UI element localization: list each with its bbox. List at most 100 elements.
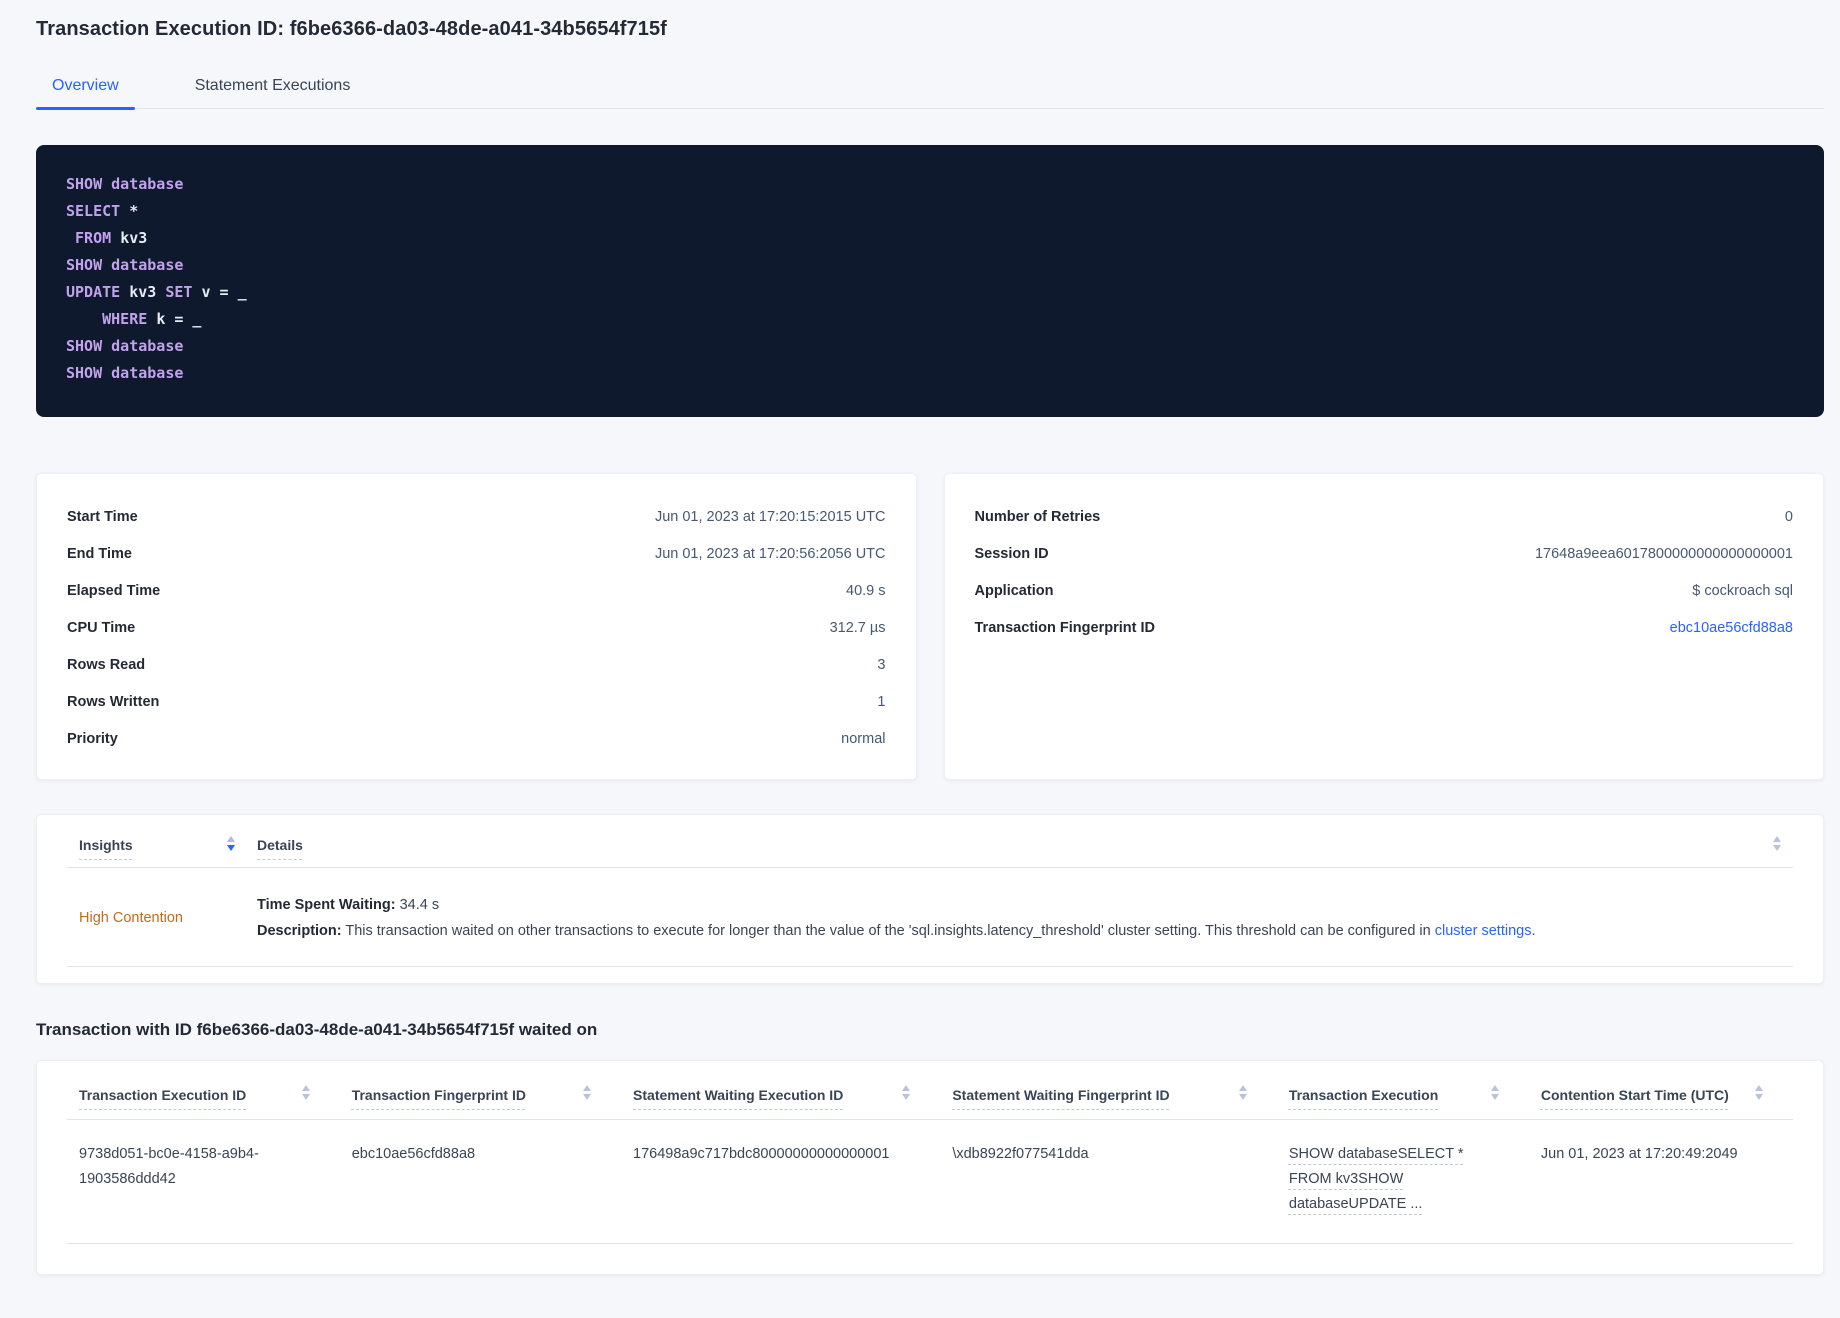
insight-type-label: High Contention (79, 910, 183, 926)
insight-description: Description: This transaction waited on … (257, 923, 1536, 939)
summary-row-end-time: End Time Jun 01, 2023 at 17:20:56:2056 U… (67, 535, 886, 572)
row-label: Application (974, 582, 1054, 599)
cell-contention-start-time: Jun 01, 2023 at 17:20:49:2049 (1540, 1146, 1738, 1162)
divider (67, 966, 1793, 967)
row-label: CPU Time (67, 619, 136, 636)
session-summary-card: Number of Retries 0 Session ID 17648a9ee… (943, 473, 1824, 780)
summary-row-rows-written: Rows Written 1 (67, 683, 886, 720)
row-value: Jun 01, 2023 at 17:20:15:2015 UTC (654, 508, 886, 525)
insight-row: High Contention Time Spent Waiting: 34.4… (67, 868, 1793, 966)
row-label: Priority (67, 730, 118, 747)
sql-line: WHERE k = _ (66, 306, 1794, 333)
sql-line: SHOW database (66, 252, 1794, 279)
sql-line: SHOW database (66, 360, 1794, 387)
sql-line: FROM kv3 (66, 225, 1794, 252)
sql-token: * (129, 202, 139, 220)
cell-statement-waiting-fingerprint-id: \xdb8922f077541dda (952, 1146, 1089, 1162)
cluster-settings-link[interactable]: cluster settings (1435, 923, 1532, 939)
row-label: Rows Written (67, 693, 160, 710)
column-header-statement-waiting-execution-id: Statement Waiting Execution ID (621, 1085, 940, 1103)
insights-table-header: Insights Details (67, 835, 1793, 867)
row-label: Transaction Fingerprint ID (974, 619, 1155, 636)
row-value: 1 (877, 693, 886, 710)
sql-token: k = _ (156, 310, 202, 328)
insight-details: Time Spent Waiting: 34.4 s Description: … (257, 892, 1781, 944)
sql-keyword: SHOW database (66, 337, 184, 355)
sql-token: v = _ (201, 283, 247, 301)
summary-cards: Start Time Jun 01, 2023 at 17:20:15:2015… (36, 473, 1824, 780)
waited-on-heading: Transaction with ID f6be6366-da03-48de-a… (36, 1020, 598, 1039)
sql-keyword: SELECT (66, 202, 130, 220)
sql-line: SELECT * (66, 198, 1794, 225)
sort-icon[interactable] (1773, 835, 1781, 851)
summary-row-application: Application $ cockroach sql (975, 572, 1794, 609)
row-label: Elapsed Time (67, 582, 161, 599)
sort-icon[interactable] (227, 835, 235, 851)
insights-column-header: Insights (79, 835, 257, 853)
sort-icon[interactable] (1238, 1085, 1247, 1100)
summary-row-elapsed-time: Elapsed Time 40.9 s (67, 572, 886, 609)
sql-token: kv3 (129, 283, 166, 301)
row-value: Jun 01, 2023 at 17:20:56:2056 UTC (654, 545, 886, 562)
details-header-label[interactable]: Details (257, 837, 303, 853)
sql-keyword: SHOW database (66, 256, 184, 274)
row-label: Rows Read (67, 656, 146, 673)
summary-row-transaction-fingerprint-id: Transaction Fingerprint ID ebc10ae56cfd8… (975, 609, 1794, 646)
sort-icon[interactable] (583, 1085, 592, 1100)
row-value: 17648a9eea6017800000000000000001 (1534, 545, 1793, 562)
sql-keyword: FROM (75, 229, 121, 247)
timing-summary-card: Start Time Jun 01, 2023 at 17:20:15:2015… (36, 473, 917, 780)
sort-icon[interactable] (301, 1085, 310, 1100)
sql-token: kv3 (120, 229, 148, 247)
column-header-transaction-fingerprint-id: Transaction Fingerprint ID (340, 1085, 621, 1103)
tab-overview[interactable]: Overview (36, 67, 135, 110)
time-spent-waiting: Time Spent Waiting: 34.4 s (257, 897, 440, 913)
summary-row-priority: Priority normal (67, 720, 886, 757)
table-row: 9738d051-bc0e-4158-a9b4-1903586ddd42 ebc… (67, 1120, 1793, 1243)
row-value: 40.9 s (846, 582, 886, 599)
transaction-execution-link[interactable]: SHOW databaseSELECT * FROM kv3SHOW datab… (1289, 1142, 1464, 1217)
tab-statement-executions[interactable]: Statement Executions (179, 67, 367, 108)
row-label: Number of Retries (974, 508, 1101, 525)
sort-icon[interactable] (1490, 1085, 1499, 1100)
sql-keyword: UPDATE (66, 283, 130, 301)
summary-row-session-id: Session ID 17648a9eea6017800000000000000… (975, 535, 1794, 572)
sql-line: UPDATE kv3 SET v = _ (66, 279, 1794, 306)
sql-line: SHOW database (66, 171, 1794, 198)
summary-row-start-time: Start Time Jun 01, 2023 at 17:20:15:2015… (67, 498, 886, 535)
cell-transaction-fingerprint-id: ebc10ae56cfd88a8 (351, 1146, 476, 1162)
insights-card: Insights Details High Contention Time Sp… (36, 814, 1824, 984)
waited-on-table-card: Transaction Execution ID Transaction Fin… (36, 1060, 1824, 1275)
column-header-transaction-execution-id: Transaction Execution ID (67, 1085, 340, 1103)
row-value: 0 (1784, 508, 1793, 525)
transaction-details-page: Transaction Execution ID: f6be6366-da03-… (0, 0, 1840, 1275)
sort-icon[interactable] (902, 1085, 911, 1100)
row-label: End Time (67, 545, 132, 562)
row-value: 312.7 µs (829, 619, 886, 636)
cell-transaction-execution-id: 9738d051-bc0e-4158-a9b4-1903586ddd42 (79, 1146, 259, 1187)
insights-header-label[interactable]: Insights (79, 837, 133, 853)
sort-icon[interactable] (1755, 1085, 1763, 1100)
column-header-contention-start-time: Contention Start Time (UTC) (1529, 1085, 1793, 1103)
row-value: 3 (877, 656, 886, 673)
sql-keyword: SET (165, 283, 202, 301)
summary-row-retries: Number of Retries 0 (975, 498, 1794, 535)
sql-line: SHOW database (66, 333, 1794, 360)
row-label: Session ID (974, 545, 1049, 562)
cell-statement-waiting-execution-id: 176498a9c717bdc80000000000000001 (633, 1146, 890, 1162)
waited-on-table: Transaction Execution ID Transaction Fin… (67, 1085, 1793, 1244)
row-label: Start Time (67, 508, 138, 525)
page-title: Transaction Execution ID: f6be6366-da03-… (36, 18, 667, 40)
row-value: normal (841, 730, 886, 747)
summary-row-rows-read: Rows Read 3 (67, 646, 886, 683)
sql-keyword: SHOW database (66, 175, 184, 193)
row-value: $ cockroach sql (1692, 582, 1793, 599)
sql-keyword: SHOW database (66, 364, 184, 382)
column-header-statement-waiting-fingerprint-id: Statement Waiting Fingerprint ID (940, 1085, 1277, 1103)
waited-on-table-header: Transaction Execution ID Transaction Fin… (67, 1085, 1793, 1119)
summary-row-cpu-time: CPU Time 312.7 µs (67, 609, 886, 646)
transaction-fingerprint-link[interactable]: ebc10ae56cfd88a8 (1670, 620, 1793, 636)
sql-keyword: WHERE (102, 310, 157, 328)
